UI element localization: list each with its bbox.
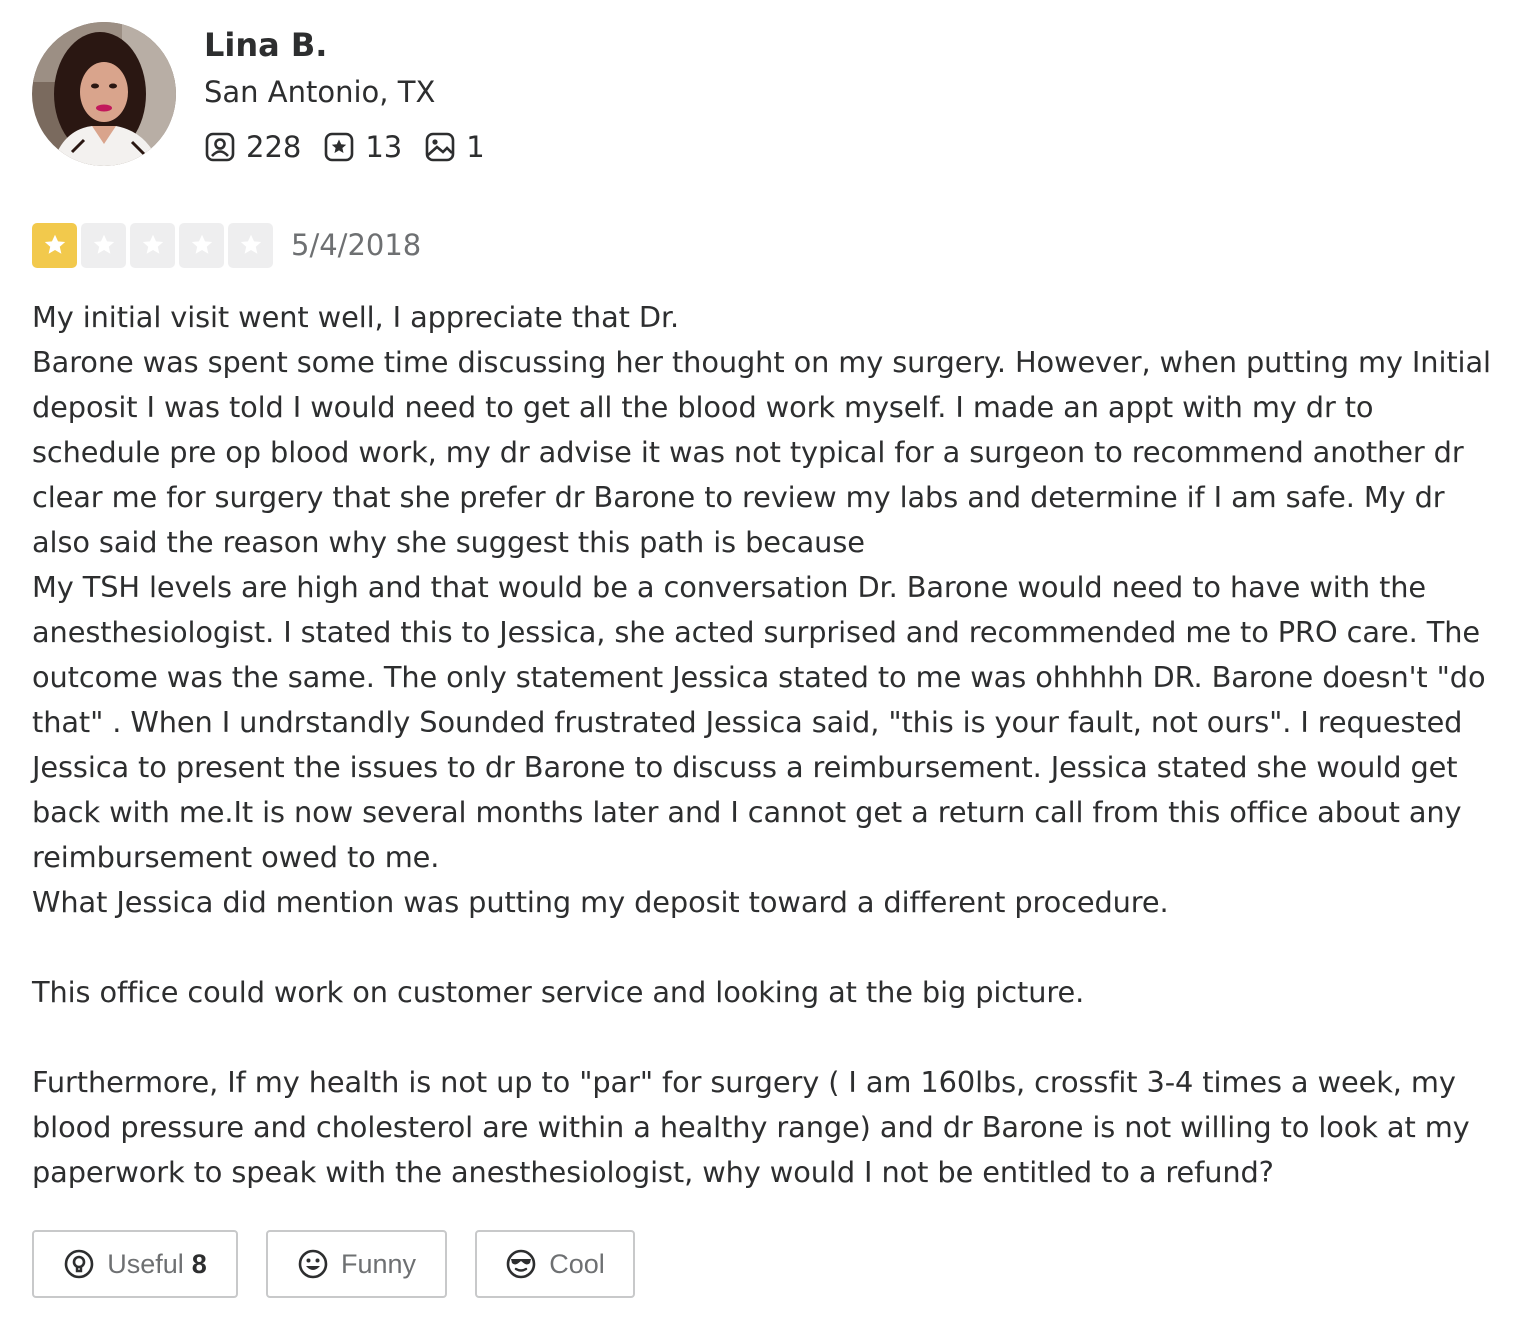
useful-label: Useful [107, 1248, 184, 1279]
useful-count: 8 [191, 1248, 207, 1279]
photos-count: 1 [466, 130, 485, 164]
reaction-buttons: Useful 8 Funny Cool [32, 1230, 635, 1298]
star-5 [228, 222, 273, 268]
star-3 [130, 222, 175, 268]
useful-button[interactable]: Useful 8 [32, 1230, 238, 1298]
review-text: My initial visit went well, I appreciate… [32, 300, 1491, 1189]
star-1 [32, 222, 77, 268]
friends-icon [205, 132, 235, 162]
review-date: 5/4/2018 [291, 228, 422, 262]
smiley-icon [298, 1249, 328, 1279]
star-rating [32, 222, 273, 268]
photo-icon [425, 132, 455, 162]
friends-stat: 228 [204, 130, 301, 164]
user-photo [32, 22, 176, 166]
star-icon [240, 234, 261, 254]
avatar[interactable] [32, 22, 176, 166]
friends-count: 228 [246, 130, 302, 164]
reviews-stat: 13 [323, 130, 402, 164]
star-icon [191, 234, 212, 254]
star-icon [142, 234, 163, 254]
reviews-count: 13 [365, 130, 403, 164]
user-name[interactable]: Lina B. [204, 24, 327, 66]
user-stats: 228 13 1 [204, 126, 485, 168]
star-icon [93, 234, 114, 254]
star-4 [179, 222, 224, 268]
cool-button[interactable]: Cool [475, 1230, 635, 1298]
star-2 [81, 222, 126, 268]
lightbulb-icon [64, 1249, 94, 1279]
cool-label: Cool [549, 1248, 605, 1279]
user-location: San Antonio, TX [204, 75, 436, 109]
rating-row: 5/4/2018 [32, 222, 421, 268]
photos-stat: 1 [424, 130, 485, 164]
funny-button[interactable]: Funny [266, 1230, 447, 1298]
review-star-icon [325, 132, 354, 162]
funny-label: Funny [340, 1248, 417, 1279]
sunglasses-smiley-icon [506, 1249, 536, 1279]
star-icon [44, 234, 65, 254]
